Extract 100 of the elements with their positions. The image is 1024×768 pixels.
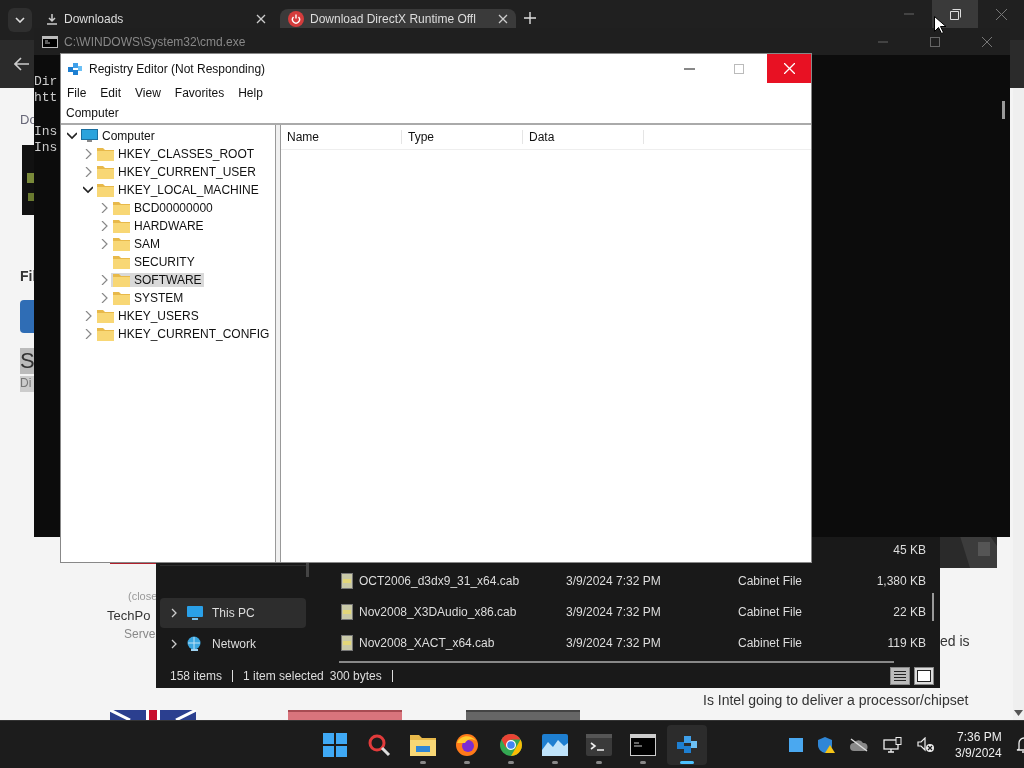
close-icon[interactable] [256, 14, 266, 24]
tiles-view-button[interactable] [914, 667, 934, 685]
search-icon [367, 732, 391, 757]
file-date: 3/9/2024 7:32 PM [566, 635, 662, 650]
terminal-icon [586, 733, 612, 756]
tree-item[interactable]: SAM [111, 237, 162, 251]
file-name[interactable]: Nov2008_XACT_x64.cab [359, 635, 495, 650]
clock-date[interactable]: 3/9/2024 [955, 744, 1002, 761]
tree-item[interactable]: Computer [79, 129, 157, 143]
menu-item[interactable]: Edit [100, 86, 122, 100]
menu-item[interactable]: Favorites [174, 86, 225, 100]
tree-item[interactable]: SYSTEM [111, 291, 186, 305]
site-subtitle: Serve [124, 627, 156, 641]
console-line: Ins [34, 124, 58, 140]
thread-title[interactable]: Is Intel going to deliver a processor/chipset [703, 692, 969, 708]
close-icon[interactable] [498, 14, 508, 24]
column-header[interactable]: Type [402, 130, 523, 144]
restore-icon [949, 8, 961, 20]
tree-item[interactable]: HKEY_USERS [95, 309, 201, 323]
file-name[interactable]: Nov2008_X3DAudio_x86.cab [359, 604, 517, 619]
clock-time[interactable]: 7:36 PM [957, 728, 1002, 745]
menu-item[interactable]: Help [238, 86, 263, 100]
file-date: 3/9/2024 7:32 PM [566, 604, 662, 619]
maximize-icon [734, 63, 744, 74]
console-icon [630, 733, 656, 756]
tile-icon [917, 670, 931, 682]
thread-snippet: ed is [940, 633, 970, 649]
browser-tab[interactable]: Downloads [38, 9, 274, 29]
chevron-down-icon [15, 17, 25, 23]
folder-icon [113, 201, 130, 215]
cloud-offline-icon[interactable] [849, 737, 869, 752]
scrollbar-thumb[interactable] [339, 661, 894, 663]
console-icon [42, 35, 58, 48]
muted-speaker-icon[interactable] [917, 736, 935, 753]
expander-icon[interactable] [83, 185, 93, 195]
menu-item[interactable]: View [135, 86, 161, 100]
folder-icon [113, 273, 130, 287]
tree-item[interactable]: BCD00000000 [111, 201, 215, 215]
list-icon [893, 670, 907, 682]
column-header[interactable]: Data [523, 130, 644, 144]
tab-list-button[interactable] [8, 8, 32, 32]
window-title: C:\WINDOWS\System32\cmd.exe [64, 34, 246, 49]
file-size: 22 KB [892, 604, 926, 619]
tray-app-icon[interactable] [789, 737, 803, 752]
folder-icon [113, 219, 130, 233]
nav-item[interactable]: This PC [160, 598, 306, 628]
tree-item[interactable]: HKEY_LOCAL_MACHINE [95, 183, 261, 197]
archive-file-icon [341, 572, 353, 589]
tree-item[interactable]: HKEY_CLASSES_ROOT [95, 147, 257, 161]
browser-tab[interactable]: Download DirectX Runtime Offl [280, 9, 516, 29]
tree-item[interactable]: HKEY_CURRENT_USER [95, 165, 259, 179]
file-name[interactable]: OCT2006_d3dx9_31_x64.cab [359, 573, 520, 588]
address-field[interactable]: Computer [61, 103, 811, 125]
close-icon [783, 63, 795, 74]
new-tab-icon[interactable] [524, 12, 536, 24]
security-warning-icon[interactable] [817, 735, 835, 754]
monitor-icon [186, 605, 204, 621]
scrollbar-thumb[interactable] [932, 593, 934, 621]
file-type: Cabinet File [738, 604, 804, 619]
close-icon [982, 36, 992, 47]
page-note: (close [128, 590, 158, 602]
nav-item[interactable]: Network [160, 629, 306, 659]
back-icon[interactable] [14, 57, 30, 71]
network-icon[interactable] [883, 736, 903, 753]
expander-icon[interactable] [67, 131, 77, 141]
minimize-icon [683, 67, 695, 70]
folder-icon [113, 255, 130, 269]
tree-item[interactable]: SECURITY [111, 255, 197, 269]
scrollbar-thumb[interactable] [1002, 101, 1005, 119]
archive-file-icon [341, 603, 353, 620]
chevron-right-icon [170, 608, 178, 618]
taskbar-app[interactable] [667, 724, 707, 765]
item-count: 158 items [170, 669, 223, 683]
folder-icon [97, 327, 114, 341]
folder-icon [97, 309, 114, 323]
file-type: Cabinet File [738, 635, 804, 650]
selection-size: 300 bytes [329, 669, 382, 683]
menu-item[interactable]: File [67, 86, 87, 100]
tree-item[interactable]: HKEY_CURRENT_CONFIG [95, 327, 272, 341]
scroll-down-icon[interactable] [1014, 710, 1023, 716]
minimize-icon [878, 40, 888, 43]
file-size: 1,380 KB [875, 573, 926, 588]
console-line: Dir [34, 74, 58, 90]
image-viewer-icon [542, 733, 568, 756]
site-name: TechPo [107, 608, 151, 623]
file-type: Cabinet File [738, 573, 804, 588]
tree-item[interactable]: HARDWARE [111, 219, 206, 233]
column-header[interactable]: Name [281, 130, 402, 144]
download-icon [46, 13, 58, 25]
folder-icon [97, 147, 114, 161]
tree-item[interactable]: SOFTWARE [111, 273, 204, 287]
fox-browser-icon [455, 732, 479, 757]
computer-icon [81, 129, 98, 143]
folder-icon [97, 183, 114, 197]
registry-icon [67, 60, 83, 77]
details-view-button[interactable] [890, 667, 910, 685]
file-date: 3/9/2024 7:32 PM [566, 573, 662, 588]
window-title: Registry Editor (Not Responding) [89, 61, 266, 76]
page-text: Di [20, 376, 34, 392]
maximize-icon [930, 36, 940, 47]
